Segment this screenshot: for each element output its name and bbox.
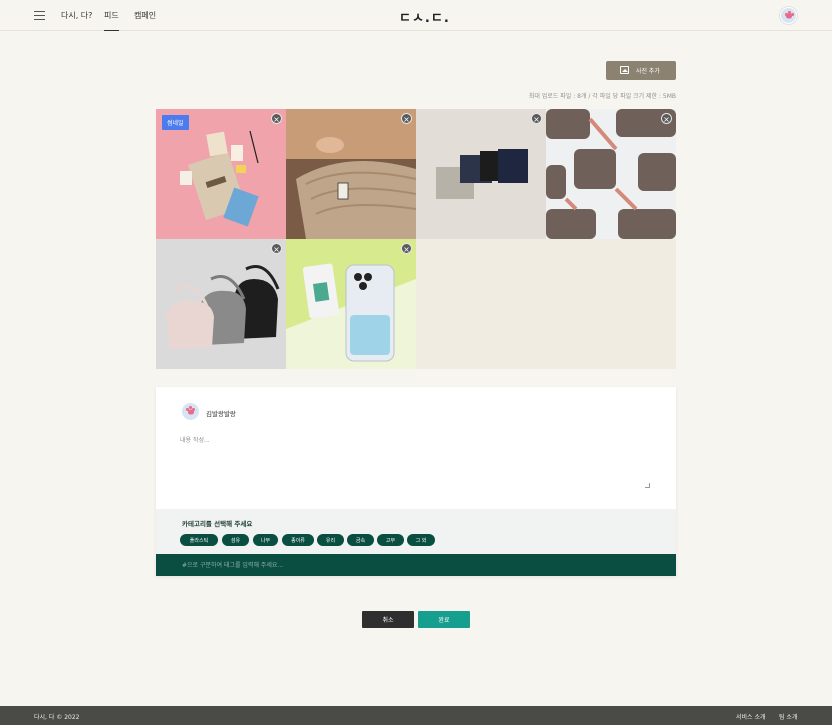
category-chip-fiber[interactable]: 섬유 [222, 534, 249, 546]
add-photo-label: 사진 추가 [636, 69, 660, 75]
thumbnail-badge: 썸네일 [162, 115, 189, 130]
photo-thumbnail[interactable]: × [416, 109, 546, 239]
photo-thumbnail[interactable]: × [286, 109, 416, 239]
add-photo-button[interactable]: 사진 추가 [606, 61, 676, 80]
resize-handle-icon[interactable] [645, 483, 650, 488]
post-editor: 김발랑발랑 카테고리를 선택해 주세요 플라스틱 섬유 나무 종이류 유리 금속… [156, 387, 676, 576]
tag-bar [156, 554, 676, 576]
remove-photo-button[interactable]: × [401, 243, 412, 254]
remove-photo-button[interactable]: × [271, 113, 282, 124]
category-chip-metal[interactable]: 금속 [347, 534, 374, 546]
category-chip-rubber[interactable]: 고무 [377, 534, 404, 546]
username: 김발랑발랑 [206, 410, 236, 418]
menu-icon[interactable] [34, 11, 45, 20]
category-chip-wood[interactable]: 나무 [253, 534, 278, 546]
paw-icon [182, 403, 199, 420]
remove-photo-button[interactable]: × [531, 113, 542, 124]
category-chip-paper[interactable]: 종이류 [282, 534, 314, 546]
tag-input[interactable] [182, 559, 652, 571]
photo-image [416, 109, 546, 239]
footer-team-link[interactable]: 팀 소개 [779, 712, 797, 721]
photo-thumbnail[interactable]: × [546, 109, 676, 239]
photo-thumbnail[interactable]: × [286, 239, 416, 369]
category-chip-plastic[interactable]: 플라스틱 [180, 534, 218, 546]
done-button[interactable]: 완료 [418, 611, 470, 628]
photo-thumbnail[interactable]: × [156, 239, 286, 369]
upload-limit-text: 최대 업로드 파일 : 8개 / 각 파일 당 파일 크기 제한 : 5MB [528, 93, 676, 100]
category-section: 카테고리를 선택해 주세요 플라스틱 섬유 나무 종이류 유리 금속 고무 그 … [156, 509, 676, 554]
user-avatar [182, 403, 199, 420]
category-chip-glass[interactable]: 유리 [317, 534, 344, 546]
photo-image [546, 109, 676, 239]
category-title: 카테고리를 선택해 주세요 [182, 520, 253, 528]
footer-service-link[interactable]: 서비스 소개 [736, 712, 766, 721]
remove-photo-button[interactable]: × [661, 113, 672, 124]
photo-thumbnail[interactable]: 썸네일 × [156, 109, 286, 239]
paw-icon [781, 8, 796, 23]
remove-photo-button[interactable]: × [271, 243, 282, 254]
site-logo[interactable]: ㄷㅅ.ㄷ. [399, 7, 450, 26]
remove-photo-button[interactable]: × [401, 113, 412, 124]
photo-grid: 썸네일 × × × × × × [156, 109, 676, 369]
profile-avatar[interactable] [780, 7, 797, 24]
footer: 다시, 다 © 2022 서비스 소개 팀 소개 [0, 706, 832, 725]
top-header: 다시, 다? 피드 캠페인 ㄷㅅ.ㄷ. [0, 0, 832, 31]
cancel-button[interactable]: 취소 [362, 611, 414, 628]
footer-copyright: 다시, 다 © 2022 [34, 714, 80, 721]
photo-image [156, 239, 286, 369]
nav-campaign-tab[interactable]: 캠페인 [134, 10, 156, 21]
category-chip-other[interactable]: 그 외 [407, 534, 435, 546]
photo-image [286, 109, 416, 239]
nav-feed-tab[interactable]: 피드 [104, 10, 119, 31]
photo-image [286, 239, 416, 369]
nav-brand-link[interactable]: 다시, 다? [61, 10, 92, 21]
content-textarea[interactable] [180, 435, 650, 489]
image-icon [620, 66, 629, 74]
